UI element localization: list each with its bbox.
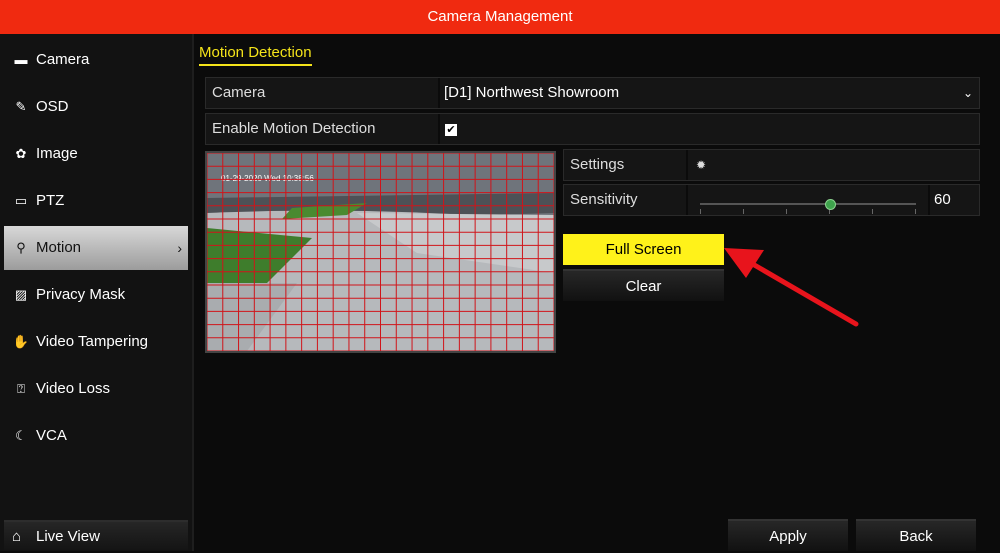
- sidebar-item-privacy-mask[interactable]: ▨ Privacy Mask: [4, 273, 188, 317]
- slider-tick: [872, 209, 873, 214]
- sensitivity-value-text: 60: [934, 191, 951, 208]
- hand-icon: ✋: [12, 334, 30, 349]
- sidebar-item-vca[interactable]: ☾ VCA: [4, 414, 188, 458]
- sidebar-item-video-loss[interactable]: ⍰ Video Loss: [4, 367, 188, 411]
- slider-tick: [915, 209, 916, 214]
- back-button[interactable]: Back: [856, 519, 976, 551]
- preview-timestamp: 01-29-2020 Wed 10:38:56: [221, 174, 314, 183]
- sidebar-item-camera[interactable]: ▬ Camera: [4, 38, 188, 82]
- checkmark-icon: ✔: [445, 124, 457, 136]
- clear-button[interactable]: Clear: [563, 269, 724, 301]
- enable-motion-label: Enable Motion Detection: [212, 120, 376, 137]
- ptz-icon: ▭: [14, 193, 28, 208]
- camera-select[interactable]: [D1] Northwest Showroom ⌄: [438, 78, 979, 108]
- sidebar-item-label: Motion: [36, 239, 82, 256]
- sidebar-item-label: Video Loss: [36, 380, 110, 397]
- settings-button[interactable]: ✹: [686, 150, 979, 180]
- sidebar-item-osd[interactable]: ✎ OSD: [4, 85, 188, 129]
- sidebar-item-label: PTZ: [36, 192, 65, 209]
- camera-preview[interactable]: 01-29-2020 Wed 10:38:56: [205, 151, 556, 353]
- privacy-mask-icon: ▨: [14, 287, 28, 302]
- camera-select-value: [D1] Northwest Showroom: [444, 84, 620, 101]
- enable-motion-row: Enable Motion Detection ✔: [205, 113, 980, 145]
- sensitivity-row: Sensitivity 60: [563, 184, 980, 216]
- sidebar-item-ptz[interactable]: ▭ PTZ: [4, 179, 188, 223]
- live-view-button[interactable]: ⌂ Live View: [4, 520, 188, 550]
- slider-tick: [786, 209, 787, 214]
- sidebar-item-motion[interactable]: ⚲ Motion ›: [4, 226, 188, 270]
- sidebar-item-label: Image: [36, 145, 78, 162]
- annotation-arrow: [724, 248, 859, 327]
- sidebar: ▬ Camera ✎ OSD ✿ Image ▭ PTZ ⚲ Motion › ▨ Priv…: [0, 34, 194, 551]
- video-loss-icon: ⍰: [17, 381, 25, 396]
- camera-icon: ▬: [14, 52, 28, 67]
- osd-icon: ✎: [15, 99, 27, 114]
- sidebar-item-video-tampering[interactable]: ✋ Video Tampering: [4, 320, 188, 364]
- motion-area-preview: 01-29-2020 Wed 10:38:56: [207, 153, 554, 351]
- settings-row: Settings ✹: [563, 149, 980, 181]
- camera-label: Camera: [212, 84, 266, 101]
- sidebar-item-label: Camera: [36, 51, 90, 68]
- window-title: Camera Management: [0, 0, 1000, 34]
- apply-button[interactable]: Apply: [728, 519, 848, 551]
- chevron-right-icon: ›: [177, 240, 182, 256]
- gear-icon: ✹: [696, 158, 707, 172]
- sensitivity-slider[interactable]: [686, 185, 926, 215]
- sidebar-item-label: Video Tampering: [36, 333, 149, 350]
- image-icon: ✿: [15, 146, 27, 161]
- camera-row: Camera [D1] Northwest Showroom ⌄: [205, 77, 980, 109]
- sidebar-item-label: VCA: [36, 427, 67, 444]
- sidebar-item-label: Privacy Mask: [36, 286, 126, 303]
- live-view-label: Live View: [36, 528, 100, 545]
- slider-tick: [700, 209, 701, 214]
- enable-motion-checkbox[interactable]: ✔: [438, 114, 979, 144]
- home-icon: ⌂: [12, 528, 22, 545]
- sidebar-item-label: OSD: [36, 98, 69, 115]
- main-panel: Motion Detection Camera [D1] Northwest S…: [196, 34, 1000, 551]
- slider-tick: [743, 209, 744, 214]
- slider-knob[interactable]: [824, 199, 836, 210]
- full-screen-button[interactable]: Full Screen: [563, 234, 724, 265]
- sensitivity-value[interactable]: 60: [928, 185, 979, 215]
- tab-motion-detection[interactable]: Motion Detection: [199, 44, 312, 66]
- settings-label: Settings: [570, 156, 625, 173]
- motion-icon: ⚲: [16, 240, 26, 255]
- vca-icon: ☾: [15, 428, 27, 443]
- sensitivity-label: Sensitivity: [570, 191, 638, 208]
- chevron-down-icon: ⌄: [962, 86, 973, 100]
- slider-track: [700, 203, 916, 205]
- sidebar-item-image[interactable]: ✿ Image: [4, 132, 188, 176]
